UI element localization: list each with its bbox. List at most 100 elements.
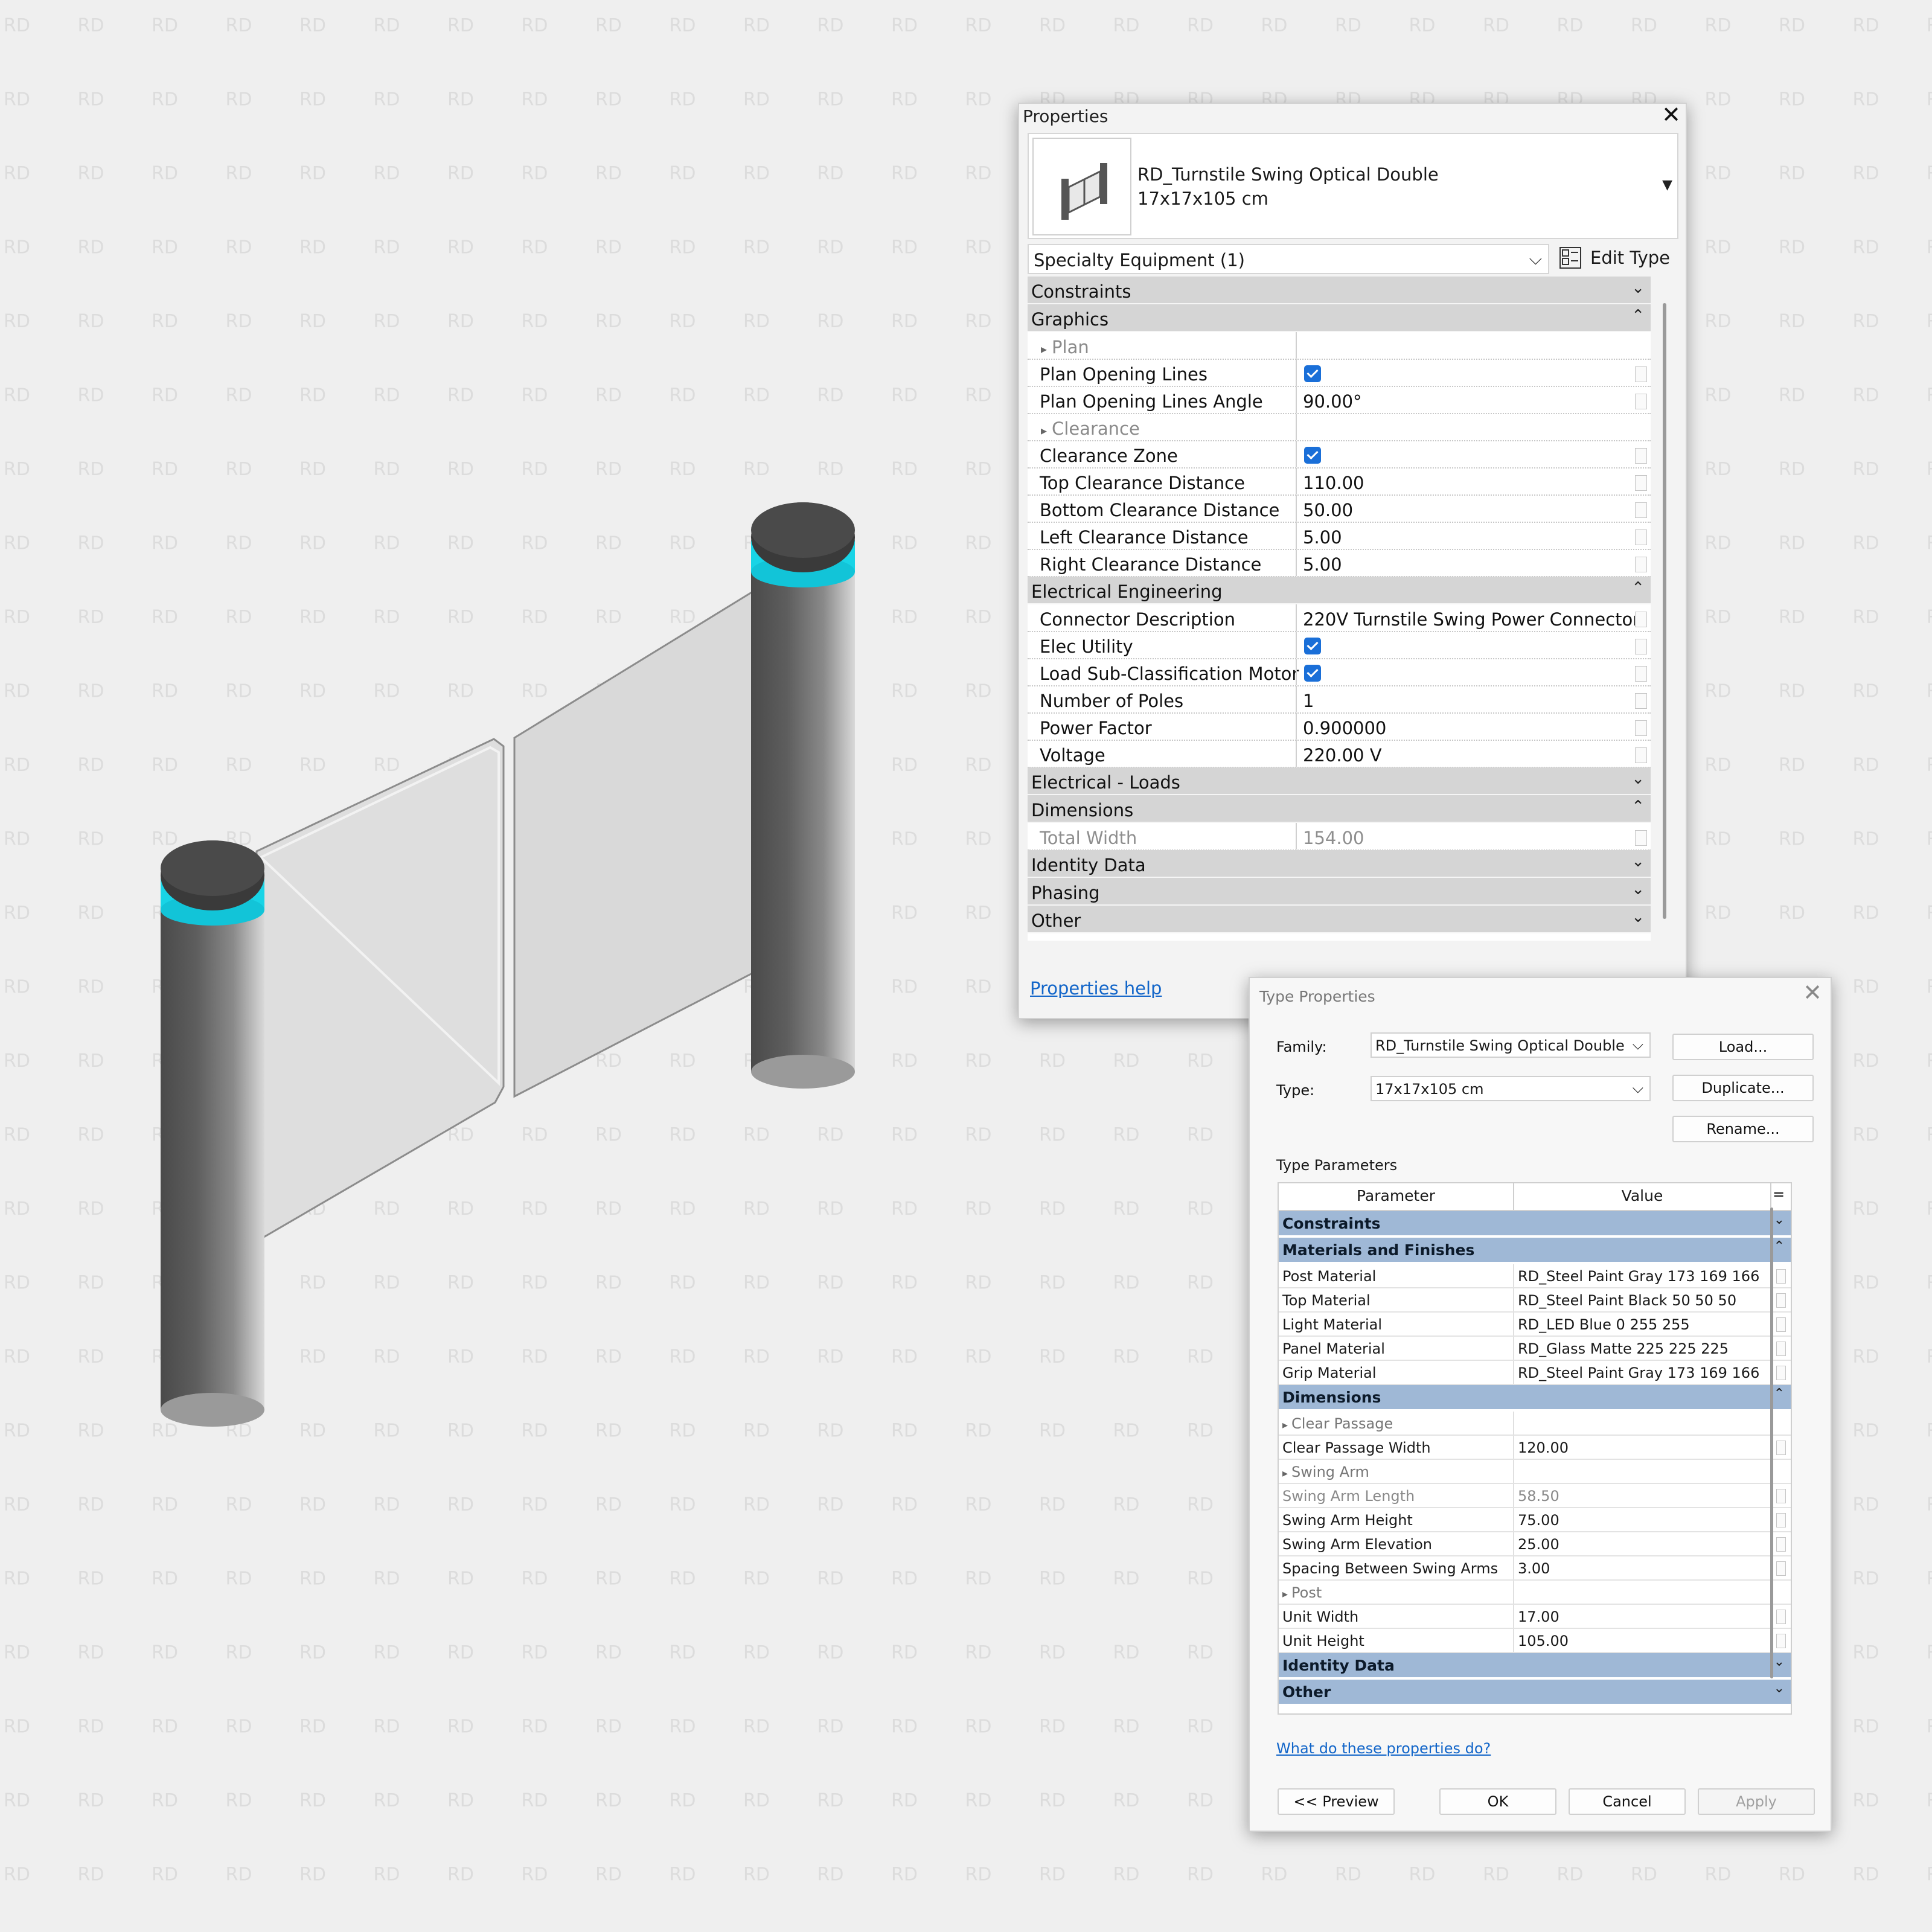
property-subgroup[interactable]: Clearance bbox=[1028, 414, 1651, 441]
parameter-value[interactable]: RD_Steel Paint Gray 173 169 166 bbox=[1518, 1268, 1759, 1285]
property-row[interactable]: Clearance Zone bbox=[1028, 441, 1651, 469]
checkbox-checked[interactable] bbox=[1304, 665, 1321, 682]
chevron-down-icon[interactable]: ⌄ bbox=[1774, 1681, 1785, 1696]
parameter-value[interactable]: RD_Steel Paint Gray 173 169 166 bbox=[1518, 1364, 1759, 1381]
property-value[interactable]: 1 bbox=[1303, 691, 1314, 711]
property-group-header[interactable]: Phasing ⌄ bbox=[1028, 878, 1651, 906]
type-parameter-row[interactable]: Grip Material RD_Steel Paint Gray 173 169… bbox=[1279, 1361, 1791, 1385]
associate-parameter-button[interactable] bbox=[1635, 448, 1647, 464]
ok-button[interactable]: OK bbox=[1439, 1788, 1556, 1815]
type-parameter-row[interactable]: Light Material RD_LED Blue 0 255 255 bbox=[1279, 1313, 1791, 1337]
associate-parameter-button[interactable] bbox=[1635, 720, 1647, 736]
property-row[interactable]: Total Width 154.00 bbox=[1028, 823, 1651, 851]
associate-parameter-button[interactable] bbox=[1635, 529, 1647, 545]
associate-parameter-button[interactable] bbox=[1635, 693, 1647, 709]
chevron-up-icon[interactable]: ⌃ bbox=[1631, 307, 1645, 325]
property-row[interactable]: Number of Poles 1 bbox=[1028, 686, 1651, 714]
close-icon[interactable]: ✕ bbox=[1803, 979, 1822, 1006]
type-parameter-row[interactable]: Swing Arm Length 58.50 bbox=[1279, 1484, 1791, 1508]
parameter-value[interactable]: RD_LED Blue 0 255 255 bbox=[1518, 1316, 1690, 1333]
associate-parameter-button[interactable] bbox=[1635, 394, 1647, 409]
property-row[interactable]: Elec Utility bbox=[1028, 632, 1651, 659]
chevron-down-icon[interactable]: ⌄ bbox=[1631, 770, 1645, 788]
chevron-down-icon[interactable]: ⌄ bbox=[1631, 880, 1645, 898]
properties-scrollbar[interactable] bbox=[1663, 303, 1666, 919]
associate-parameter-button[interactable] bbox=[1776, 1634, 1786, 1648]
property-group-header[interactable]: Dimensions ⌃ bbox=[1028, 795, 1651, 823]
column-header-parameter[interactable]: Parameter bbox=[1279, 1187, 1513, 1204]
property-row[interactable]: Power Factor 0.900000 bbox=[1028, 713, 1651, 741]
associate-parameter-button[interactable] bbox=[1776, 1366, 1786, 1380]
property-row[interactable]: Left Clearance Distance 5.00 bbox=[1028, 522, 1651, 550]
property-row[interactable]: Load Sub-Classification Motor bbox=[1028, 659, 1651, 686]
column-header-formula[interactable]: = bbox=[1773, 1186, 1785, 1203]
type-parameter-group-header[interactable]: Identity Data ⌄ bbox=[1279, 1653, 1791, 1677]
chevron-down-icon[interactable]: ⌄ bbox=[1631, 852, 1645, 871]
type-parameters-scrollbar[interactable] bbox=[1770, 1208, 1773, 1678]
duplicate-button[interactable]: Duplicate... bbox=[1672, 1075, 1814, 1101]
associate-parameter-button[interactable] bbox=[1776, 1269, 1786, 1284]
type-parameter-row[interactable]: Clear Passage Width 120.00 bbox=[1279, 1436, 1791, 1460]
type-parameter-group-header[interactable]: Constraints ⌄ bbox=[1279, 1211, 1791, 1235]
chevron-up-icon[interactable]: ⌃ bbox=[1631, 798, 1645, 816]
checkbox-checked[interactable] bbox=[1304, 365, 1321, 382]
property-group-header[interactable]: Identity Data ⌄ bbox=[1028, 850, 1651, 878]
category-filter-dropdown[interactable]: Specialty Equipment (1) ⌵ bbox=[1028, 244, 1549, 274]
parameter-value[interactable]: 25.00 bbox=[1518, 1536, 1559, 1553]
parameter-value[interactable]: 105.00 bbox=[1518, 1633, 1569, 1649]
property-row[interactable]: Plan Opening Lines bbox=[1028, 359, 1651, 387]
associate-parameter-button[interactable] bbox=[1635, 612, 1647, 627]
associate-parameter-button[interactable] bbox=[1635, 830, 1647, 846]
parameter-value[interactable]: RD_Glass Matte 225 225 225 bbox=[1518, 1340, 1729, 1357]
associate-parameter-button[interactable] bbox=[1635, 366, 1647, 382]
property-group-header[interactable]: Other ⌄ bbox=[1028, 906, 1651, 933]
associate-parameter-button[interactable] bbox=[1635, 502, 1647, 518]
type-parameter-group-header[interactable]: Materials and Finishes ⌃ bbox=[1279, 1238, 1791, 1262]
column-header-value[interactable]: Value bbox=[1514, 1187, 1770, 1204]
chevron-down-icon[interactable]: ⌄ bbox=[1774, 1654, 1785, 1669]
property-value[interactable]: 5.00 bbox=[1303, 527, 1342, 548]
chevron-down-icon[interactable]: ⌄ bbox=[1631, 279, 1645, 297]
close-icon[interactable]: ✕ bbox=[1662, 103, 1681, 127]
rename-button[interactable]: Rename... bbox=[1672, 1116, 1814, 1142]
property-row[interactable]: Connector Description 220V Turnstile Swin… bbox=[1028, 604, 1651, 632]
property-group-header[interactable]: Constraints ⌄ bbox=[1028, 277, 1651, 304]
apply-button[interactable]: Apply bbox=[1698, 1788, 1815, 1815]
checkbox-checked[interactable] bbox=[1304, 447, 1321, 464]
preview-button[interactable]: << Preview bbox=[1278, 1788, 1395, 1815]
property-value[interactable]: 0.900000 bbox=[1303, 718, 1386, 738]
chevron-down-icon[interactable]: ⌄ bbox=[1631, 908, 1645, 926]
associate-parameter-button[interactable] bbox=[1776, 1293, 1786, 1308]
property-value[interactable]: 90.00° bbox=[1303, 391, 1362, 412]
parameter-value[interactable]: 3.00 bbox=[1518, 1560, 1550, 1577]
type-parameter-row[interactable]: Panel Material RD_Glass Matte 225 225 225 bbox=[1279, 1337, 1791, 1361]
type-parameter-row[interactable]: Unit Width 17.00 bbox=[1279, 1605, 1791, 1629]
property-row[interactable]: Top Clearance Distance 110.00 bbox=[1028, 468, 1651, 496]
properties-help-link[interactable]: What do these properties do? bbox=[1276, 1740, 1491, 1757]
type-parameter-row[interactable]: Post Material RD_Steel Paint Gray 173 169… bbox=[1279, 1264, 1791, 1288]
type-parameter-row[interactable]: Spacing Between Swing Arms 3.00 bbox=[1279, 1556, 1791, 1581]
type-parameter-subgroup[interactable]: Swing Arm bbox=[1279, 1460, 1791, 1484]
parameter-value[interactable]: 17.00 bbox=[1518, 1608, 1559, 1625]
property-row[interactable]: Bottom Clearance Distance 50.00 bbox=[1028, 495, 1651, 523]
parameter-value[interactable]: 75.00 bbox=[1518, 1512, 1559, 1529]
type-parameter-subgroup[interactable]: Post bbox=[1279, 1581, 1791, 1605]
dropdown-arrow-icon[interactable]: ▼ bbox=[1662, 178, 1672, 193]
associate-parameter-button[interactable] bbox=[1635, 475, 1647, 491]
chevron-up-icon[interactable]: ⌃ bbox=[1774, 1239, 1785, 1254]
chevron-up-icon[interactable]: ⌃ bbox=[1631, 579, 1645, 597]
property-value[interactable]: 50.00 bbox=[1303, 500, 1353, 520]
associate-parameter-button[interactable] bbox=[1635, 747, 1647, 763]
associate-parameter-button[interactable] bbox=[1776, 1561, 1786, 1576]
type-parameter-subgroup[interactable]: Clear Passage bbox=[1279, 1412, 1791, 1436]
property-value[interactable]: 5.00 bbox=[1303, 554, 1342, 575]
type-parameter-row[interactable]: Swing Arm Elevation 25.00 bbox=[1279, 1532, 1791, 1556]
property-row[interactable]: Plan Opening Lines Angle 90.00° bbox=[1028, 386, 1651, 414]
property-group-header[interactable]: Graphics ⌃ bbox=[1028, 304, 1651, 332]
type-parameter-row[interactable]: Swing Arm Height 75.00 bbox=[1279, 1508, 1791, 1532]
type-selector[interactable]: RD_Turnstile Swing Optical Double 17x17x… bbox=[1028, 133, 1678, 239]
type-parameter-row[interactable]: Top Material RD_Steel Paint Black 50 50 5… bbox=[1279, 1288, 1791, 1313]
properties-help-link[interactable]: Properties help bbox=[1030, 978, 1162, 999]
associate-parameter-button[interactable] bbox=[1635, 557, 1647, 572]
property-group-header[interactable]: Electrical - Loads ⌄ bbox=[1028, 767, 1651, 795]
